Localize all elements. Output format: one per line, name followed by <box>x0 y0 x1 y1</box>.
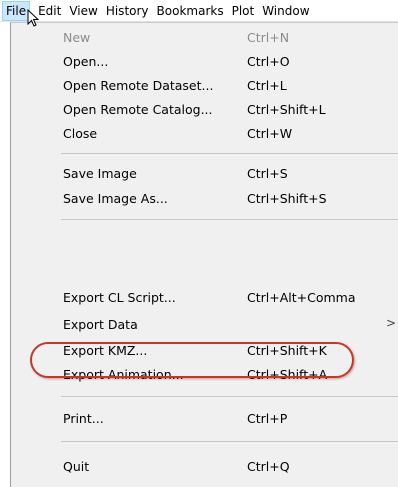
menu-item-save-image[interactable]: Save Image Ctrl+S <box>11 162 398 186</box>
menu-item-shortcut: Ctrl+Shift+L <box>247 102 326 117</box>
menu-item-shortcut: Ctrl+Shift+A <box>247 367 328 382</box>
menu-item-close[interactable]: Close Ctrl+W <box>11 122 398 146</box>
menu-separator <box>61 441 398 442</box>
menu-item-label: Quit <box>63 459 90 474</box>
file-dropdown-menu: New Ctrl+N Open... Ctrl+O Open Remote Da… <box>10 22 398 487</box>
menu-separator <box>61 396 398 397</box>
menu-item-label: Save Image As... <box>63 191 168 206</box>
menu-item-label: Open Remote Dataset... <box>63 78 214 93</box>
menu-view[interactable]: View <box>65 1 101 21</box>
menu-bookmarks[interactable]: Bookmarks <box>153 1 228 21</box>
menu-separator <box>61 219 398 220</box>
menu-item-label: New <box>63 30 91 45</box>
menu-item-label: Open... <box>63 54 109 69</box>
menu-file[interactable]: File <box>2 0 31 21</box>
menu-item-quit[interactable]: Quit Ctrl+Q <box>11 455 398 479</box>
mouse-pointer-icon <box>27 9 39 27</box>
menu-plot[interactable]: Plot <box>228 1 259 21</box>
chevron-right-icon: > <box>386 316 397 330</box>
menu-item-shortcut: Ctrl+Shift+S <box>247 191 327 206</box>
menu-item-open[interactable]: Open... Ctrl+O <box>11 50 398 74</box>
app-window: File Edit View History Bookmarks Plot Wi… <box>0 0 398 487</box>
menu-item-label: Print... <box>63 411 104 426</box>
menu-item-label: Close <box>63 126 98 141</box>
menu-item-shortcut: Ctrl+Q <box>247 459 290 474</box>
menu-item-shortcut: Ctrl+L <box>247 78 287 93</box>
menu-item-shortcut: Ctrl+N <box>247 30 290 45</box>
menu-item-print[interactable]: Print... Ctrl+P <box>11 407 398 431</box>
menu-item-label: Export KMZ... <box>63 343 148 358</box>
menu-item-shortcut: Ctrl+O <box>247 54 290 69</box>
menu-item-export-animation[interactable]: Export Animation... Ctrl+Shift+A <box>11 363 398 387</box>
menu-item-new[interactable]: New Ctrl+N <box>11 26 398 50</box>
menu-item-label: Save Image <box>63 166 137 181</box>
menu-item-label: Export Data <box>63 317 138 332</box>
menu-item-export-data[interactable]: Export Data > <box>11 313 398 337</box>
menu-item-shortcut: Ctrl+Shift+K <box>247 343 327 358</box>
menu-item-shortcut: Ctrl+Alt+Comma <box>247 290 356 305</box>
menu-item-open-remote-catalog[interactable]: Open Remote Catalog... Ctrl+Shift+L <box>11 98 398 122</box>
menu-item-label: Export CL Script... <box>63 290 176 305</box>
menu-item-save-image-as[interactable]: Save Image As... Ctrl+Shift+S <box>11 187 398 211</box>
menu-history[interactable]: History <box>102 1 153 21</box>
menu-item-shortcut: Ctrl+W <box>247 126 293 141</box>
menu-window[interactable]: Window <box>258 1 313 21</box>
menu-item-label: Open Remote Catalog... <box>63 102 213 117</box>
menu-item-open-remote-dataset[interactable]: Open Remote Dataset... Ctrl+L <box>11 74 398 98</box>
menu-item-shortcut: Ctrl+P <box>247 411 288 426</box>
menu-item-shortcut: Ctrl+S <box>247 166 288 181</box>
menubar: File Edit View History Bookmarks Plot Wi… <box>0 0 398 22</box>
menu-item-export-kmz[interactable]: Export KMZ... Ctrl+Shift+K <box>11 339 398 363</box>
menu-separator <box>61 153 398 154</box>
menu-item-label: Export Animation... <box>63 367 184 382</box>
menu-item-export-cl-script[interactable]: Export CL Script... Ctrl+Alt+Comma <box>11 286 398 310</box>
